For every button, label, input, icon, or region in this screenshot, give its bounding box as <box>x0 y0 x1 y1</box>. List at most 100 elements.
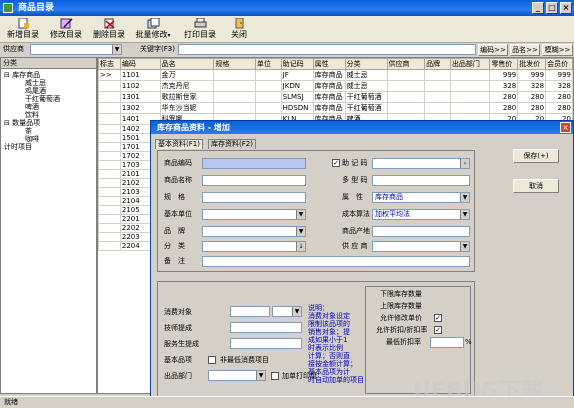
table-cell <box>98 178 121 188</box>
attribute-select[interactable]: 库存商品 ▼ <box>372 192 470 203</box>
min-discount-field[interactable] <box>430 337 464 348</box>
chevron-down-icon[interactable]: ▼ <box>292 307 301 316</box>
column-header[interactable]: 会员价 <box>545 58 573 70</box>
minimize-button[interactable]: _ <box>532 2 544 14</box>
maximize-button[interactable]: □ <box>546 2 558 14</box>
column-header[interactable]: 品牌 <box>424 58 451 70</box>
brand-select[interactable]: ▼ <box>202 226 306 237</box>
output-dept-label: 出品部门 <box>164 372 192 380</box>
table-row[interactable]: 1301 歌拉斯世家 SLMSJ 库存商品 干红葡萄酒 280 280 280 <box>98 91 573 103</box>
column-header[interactable]: 单位 <box>254 58 282 70</box>
batch-edit-icon <box>147 18 159 29</box>
chevron-down-icon[interactable]: ▼ <box>296 227 305 236</box>
table-cell <box>386 91 426 103</box>
cost-method-select[interactable]: 加权平均法 ▼ <box>372 209 470 220</box>
save-button[interactable]: 保存(+) <box>513 149 559 163</box>
column-header[interactable]: 供应商 <box>386 58 426 70</box>
allow-price-checkbox[interactable]: ✓ <box>434 314 442 322</box>
table-cell <box>98 80 121 92</box>
batch-edit-button[interactable]: 批量修改▾ <box>132 18 174 42</box>
table-row[interactable]: 1102 杰克丹尼 JKDN 库存商品 威士忌 328 328 328 <box>98 80 573 92</box>
column-header[interactable]: 标志 <box>98 58 121 70</box>
consume-target-field[interactable] <box>230 306 270 317</box>
table-row[interactable]: 1302 华东沙当妮 HDSDN 库存商品 干红葡萄酒 280 280 280 <box>98 102 573 114</box>
print-kitchen-checkbox[interactable] <box>271 372 279 380</box>
multi-code-label: 多 型 码 <box>342 176 368 184</box>
tree-item-stock[interactable]: ⊟ 库存商品 <box>1 71 96 79</box>
table-cell: 干红葡萄酒 <box>344 102 388 114</box>
table-cell: 1302 <box>119 102 161 114</box>
tech-commission-field[interactable] <box>230 322 302 333</box>
tab-stock-info[interactable]: 库存资料(F2) <box>208 139 256 149</box>
delete-catalog-button[interactable]: 删除目录 <box>89 18 129 42</box>
chevron-down-icon[interactable]: ▼ <box>256 371 265 380</box>
column-header[interactable]: 批发价 <box>517 58 547 70</box>
tree-item-tea[interactable]: 茶 <box>1 127 96 135</box>
search-by-code-button[interactable]: 编码>> <box>478 44 508 56</box>
product-code-field[interactable] <box>202 158 306 169</box>
tree-item-beer[interactable]: 啤酒 <box>1 103 96 111</box>
product-name-field[interactable] <box>202 175 306 186</box>
chevron-down-icon[interactable]: ▼ <box>460 242 469 251</box>
fuzzy-search-button[interactable]: 模糊>> <box>542 44 573 56</box>
mnemonic-checkbox[interactable]: ✓ <box>332 159 340 167</box>
chevron-right-icon[interactable]: › <box>460 159 469 168</box>
tree-item-qty[interactable]: ⊟ 数量品项 <box>1 119 96 127</box>
chevron-down-icon[interactable]: ▼ <box>112 45 121 54</box>
column-header[interactable]: 出品部门 <box>449 58 491 70</box>
table-cell <box>98 214 121 224</box>
edit-catalog-button[interactable]: 修改目录 <box>46 18 86 42</box>
table-cell <box>424 91 451 103</box>
tree-item-coffee[interactable]: 咖啡 <box>1 135 96 143</box>
column-header[interactable]: 零售价 <box>489 58 519 70</box>
table-cell: 库存商品 <box>312 80 346 92</box>
arrow-down-icon[interactable]: ↓ <box>296 242 305 251</box>
close-button[interactable]: × <box>560 2 572 14</box>
tree-item-drinks[interactable]: 饮料 <box>1 111 96 119</box>
waiter-commission-field[interactable] <box>230 338 302 349</box>
tree-item-cocktail[interactable]: 鸡尾酒 <box>1 87 96 95</box>
mnemonic-field[interactable]: › <box>372 158 470 169</box>
search-by-name-button[interactable]: 品名>> <box>510 44 540 56</box>
close-window-button[interactable]: 关闭 <box>226 18 252 42</box>
table-row[interactable]: >> 1101 金万 JF 库存商品 威士忌 999 999 999 <box>98 69 573 81</box>
spec-field[interactable] <box>202 192 306 203</box>
origin-field[interactable] <box>372 226 470 237</box>
chevron-down-icon[interactable]: ▼ <box>460 193 469 202</box>
output-dept-select[interactable]: ▼ <box>208 370 266 381</box>
chevron-down-icon[interactable]: ▼ <box>460 210 469 219</box>
print-catalog-button[interactable]: 打印目录 <box>180 18 220 42</box>
table-cell: 999 <box>545 69 573 81</box>
cancel-button[interactable]: 取消 <box>513 179 559 193</box>
table-cell <box>98 142 121 152</box>
column-header[interactable]: 助记码 <box>280 58 314 70</box>
table-cell: >> <box>98 69 121 81</box>
keyword-input[interactable] <box>178 44 476 55</box>
supplier-filter-select[interactable]: ▼ <box>30 44 122 55</box>
column-header[interactable]: 品名 <box>159 58 215 70</box>
column-header[interactable]: 属性 <box>312 58 346 70</box>
tech-commission-label: 技师提成 <box>164 324 192 332</box>
column-header[interactable]: 规格 <box>213 58 256 70</box>
table-cell: 280 <box>517 102 547 114</box>
tree-item-whisky[interactable]: 威士忌 <box>1 79 96 87</box>
supplier-select[interactable]: ▼ <box>372 241 470 252</box>
consume-target-select[interactable]: ▼ <box>272 306 302 317</box>
column-header[interactable]: 编码 <box>119 58 161 70</box>
table-cell: 金万 <box>159 69 215 81</box>
remark-field[interactable] <box>202 256 470 267</box>
attribute-value: 库存商品 <box>375 193 403 201</box>
multi-code-field[interactable] <box>372 175 470 186</box>
column-header[interactable]: 分类 <box>344 58 388 70</box>
chevron-down-icon[interactable]: ▼ <box>296 210 305 219</box>
tree-item-timed[interactable]: 计时项目 <box>1 143 96 151</box>
tree-item-redwine[interactable]: 干红葡萄酒 <box>1 95 96 103</box>
allow-price-label: 允许修改单价 <box>380 314 422 322</box>
dialog-close-icon[interactable]: × <box>560 122 571 133</box>
tab-basic-info[interactable]: 基本资料(F1) <box>155 139 203 149</box>
min-consume-checkbox[interactable] <box>208 356 216 364</box>
unit-select[interactable]: ▼ <box>202 209 306 220</box>
allow-discount-checkbox[interactable]: ✓ <box>434 326 442 334</box>
add-catalog-button[interactable]: 新增目录 <box>3 18 43 42</box>
category-select[interactable]: ↓ <box>202 241 306 252</box>
